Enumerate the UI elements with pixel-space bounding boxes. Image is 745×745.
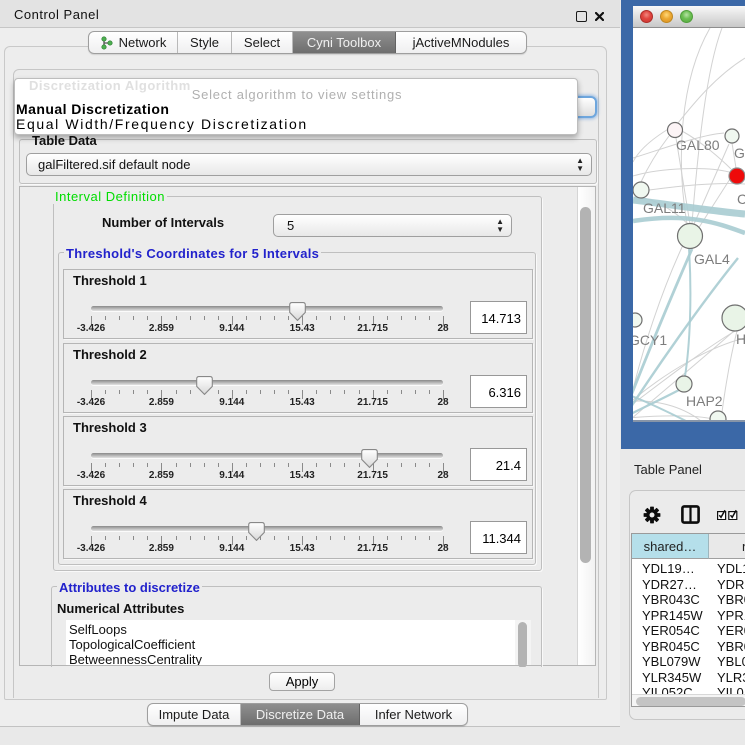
svg-text:H: H [736,331,745,347]
svg-text:C: C [737,191,745,207]
svg-text:GAL80: GAL80 [676,137,720,153]
svg-text:GAL11: GAL11 [643,200,686,216]
svg-text:GCY1: GCY1 [633,332,667,348]
svg-text:GA: GA [734,145,745,161]
svg-text:GAL4: GAL4 [694,251,730,267]
svg-text:HAP2: HAP2 [686,393,723,409]
